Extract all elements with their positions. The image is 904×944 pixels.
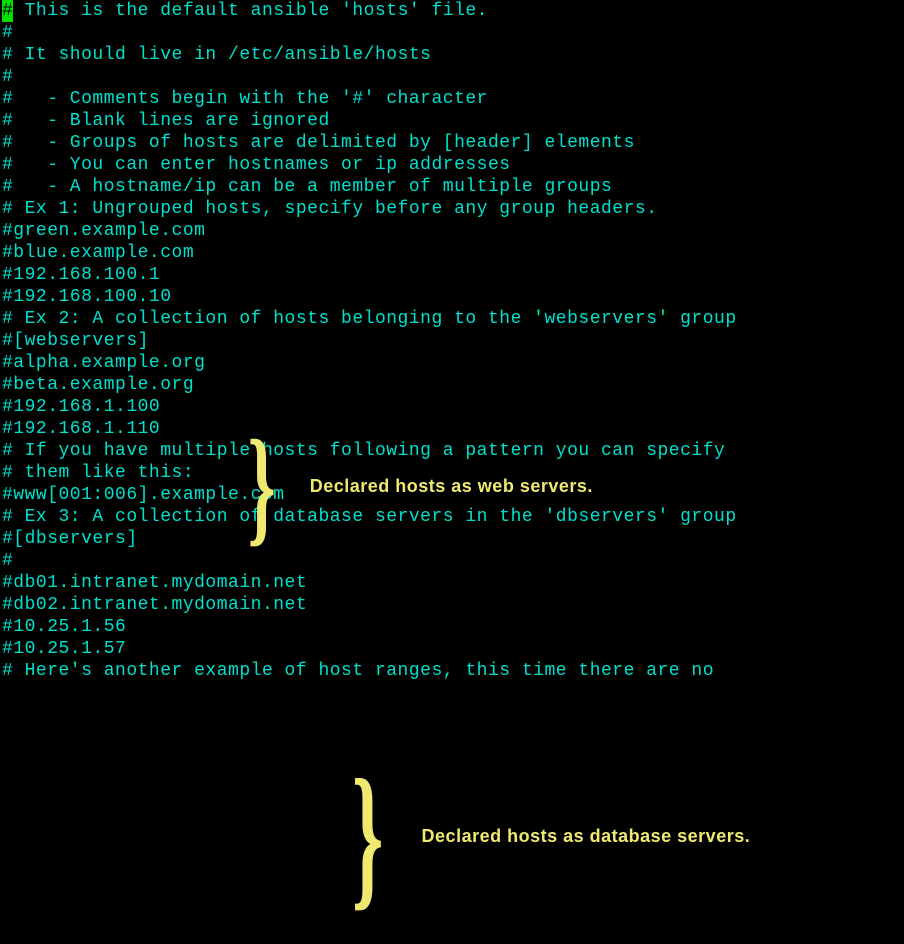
terminal-line: #[dbservers]	[0, 528, 904, 550]
terminal-line: # Ex 2: A collection of hosts belonging …	[0, 308, 904, 330]
terminal-line: # This is the default ansible 'hosts' fi…	[0, 0, 904, 22]
terminal-line: #db01.intranet.mydomain.net	[0, 572, 904, 594]
terminal-line: # - Blank lines are ignored	[0, 110, 904, 132]
terminal-line: # Here's another example of host ranges,…	[0, 660, 904, 682]
terminal-line: #[webservers]	[0, 330, 904, 352]
terminal-line: # Ex 3: A collection of database servers…	[0, 506, 904, 528]
terminal-line: #	[0, 550, 904, 572]
terminal-line: #192.168.1.110	[0, 418, 904, 440]
terminal-line: #db02.intranet.mydomain.net	[0, 594, 904, 616]
terminal-line: #10.25.1.57	[0, 638, 904, 660]
terminal-line: # - Comments begin with the '#' characte…	[0, 88, 904, 110]
terminal-line: #alpha.example.org	[0, 352, 904, 374]
terminal-line: # It should live in /etc/ansible/hosts	[0, 44, 904, 66]
terminal-line: #green.example.com	[0, 220, 904, 242]
terminal-line: # - A hostname/ip can be a member of mul…	[0, 176, 904, 198]
cursor-block: #	[2, 0, 13, 22]
terminal-line: #192.168.1.100	[0, 396, 904, 418]
terminal-line: # them like this:	[0, 462, 904, 484]
line-text: This is the default ansible 'hosts' file…	[13, 1, 488, 21]
terminal-line: # - Groups of hosts are delimited by [he…	[0, 132, 904, 154]
terminal-line: #beta.example.org	[0, 374, 904, 396]
terminal-line: #blue.example.com	[0, 242, 904, 264]
terminal-line: #	[0, 22, 904, 44]
terminal-line: # If you have multiple hosts following a…	[0, 440, 904, 462]
terminal-line: # - You can enter hostnames or ip addres…	[0, 154, 904, 176]
terminal-line: #192.168.100.10	[0, 286, 904, 308]
terminal-viewport[interactable]: # This is the default ansible 'hosts' fi…	[0, 0, 904, 944]
terminal-line: #www[001:006].example.com	[0, 484, 904, 506]
annotation-label: Declared hosts as database servers.	[422, 825, 751, 847]
annotation-dbservers: } Declared hosts as database servers.	[336, 788, 750, 883]
terminal-line: #192.168.100.1	[0, 264, 904, 286]
terminal-line: # Ex 1: Ungrouped hosts, specify before …	[0, 198, 904, 220]
terminal-line: #10.25.1.56	[0, 616, 904, 638]
brace-icon: }	[352, 788, 384, 883]
terminal-line: #	[0, 66, 904, 88]
